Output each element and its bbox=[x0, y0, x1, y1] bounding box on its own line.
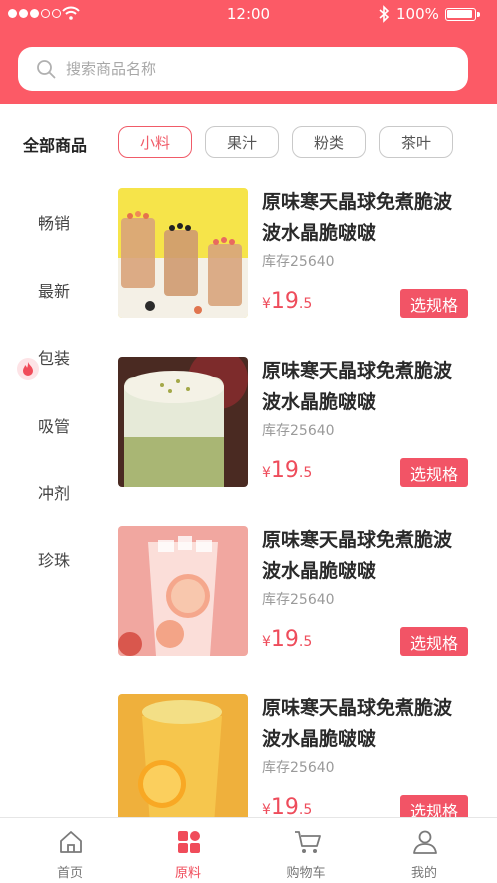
product-card[interactable]: 原味寒天晶球免煮脆波波水晶脆啵啵 库存25640 ¥19.5 选规格 bbox=[118, 681, 478, 817]
product-title[interactable]: 原味寒天晶球免煮脆波波水晶脆啵啵 bbox=[262, 693, 467, 755]
chip-chaye[interactable]: 茶叶 bbox=[379, 126, 453, 158]
product-image[interactable] bbox=[118, 357, 248, 487]
tab-label: 原料 bbox=[174, 866, 201, 881]
select-spec-button[interactable]: 选规格 bbox=[400, 289, 468, 318]
search-input[interactable] bbox=[66, 60, 426, 78]
product-list[interactable]: 原味寒天晶球免煮脆波波水晶脆啵啵 库存25640 ¥19.5 选规格 原味寒天晶… bbox=[0, 175, 497, 817]
all-products-label: 全部商品 bbox=[23, 136, 88, 155]
select-spec-button[interactable]: 选规格 bbox=[400, 627, 468, 656]
product-card[interactable]: 原味寒天晶球免煮脆波波水晶脆啵啵 库存25640 ¥19.5 选规格 bbox=[118, 513, 478, 656]
battery-icon bbox=[445, 8, 480, 21]
chip-guozhi[interactable]: 果汁 bbox=[205, 126, 279, 158]
product-title[interactable]: 原味寒天晶球免煮脆波波水晶脆啵啵 bbox=[262, 187, 467, 249]
search-bar[interactable] bbox=[18, 47, 468, 91]
product-card[interactable]: 原味寒天晶球免煮脆波波水晶脆啵啵 库存25640 ¥19.5 选规格 bbox=[118, 175, 478, 318]
header: 12:00 100% bbox=[0, 0, 497, 104]
product-stock: 库存25640 bbox=[262, 760, 335, 776]
user-icon bbox=[413, 830, 437, 854]
product-image[interactable] bbox=[118, 526, 248, 656]
grid-icon bbox=[178, 831, 200, 853]
home-icon bbox=[60, 831, 82, 853]
product-stock: 库存25640 bbox=[262, 592, 335, 608]
chip-fenlei[interactable]: 粉类 bbox=[292, 126, 366, 158]
product-stock: 库存25640 bbox=[262, 254, 335, 270]
tab-ingredients[interactable]: 原料 bbox=[138, 818, 238, 883]
status-bar: 12:00 100% bbox=[0, 0, 497, 28]
product-image[interactable] bbox=[118, 188, 248, 318]
select-spec-button[interactable]: 选规格 bbox=[400, 795, 468, 817]
product-card[interactable]: 原味寒天晶球免煮脆波波水晶脆啵啵 库存25640 ¥19.5 选规格 bbox=[118, 344, 478, 487]
tab-cart[interactable]: 购物车 bbox=[256, 818, 356, 883]
chip-xiaoliao[interactable]: 小料 bbox=[118, 126, 192, 158]
product-title[interactable]: 原味寒天晶球免煮脆波波水晶脆啵啵 bbox=[262, 525, 467, 587]
product-price: ¥19.5 bbox=[262, 289, 313, 314]
search-icon bbox=[37, 60, 56, 79]
product-price: ¥19.5 bbox=[262, 795, 313, 817]
tab-label: 购物车 bbox=[286, 866, 326, 881]
battery-percent: 100% bbox=[396, 5, 439, 23]
tab-label: 我的 bbox=[410, 866, 437, 881]
product-price: ¥19.5 bbox=[262, 627, 313, 652]
bottom-tab-bar: 首页 原料 购物车 我的 bbox=[0, 817, 497, 883]
product-price: ¥19.5 bbox=[262, 458, 313, 483]
tab-label: 首页 bbox=[56, 866, 83, 881]
tab-profile[interactable]: 我的 bbox=[374, 818, 474, 883]
product-image[interactable] bbox=[118, 694, 248, 817]
cart-icon bbox=[295, 831, 321, 853]
select-spec-button[interactable]: 选规格 bbox=[400, 458, 468, 487]
product-title[interactable]: 原味寒天晶球免煮脆波波水晶脆啵啵 bbox=[262, 356, 467, 418]
tab-home[interactable]: 首页 bbox=[20, 818, 120, 883]
bluetooth-icon bbox=[379, 5, 390, 23]
product-stock: 库存25640 bbox=[262, 423, 335, 439]
